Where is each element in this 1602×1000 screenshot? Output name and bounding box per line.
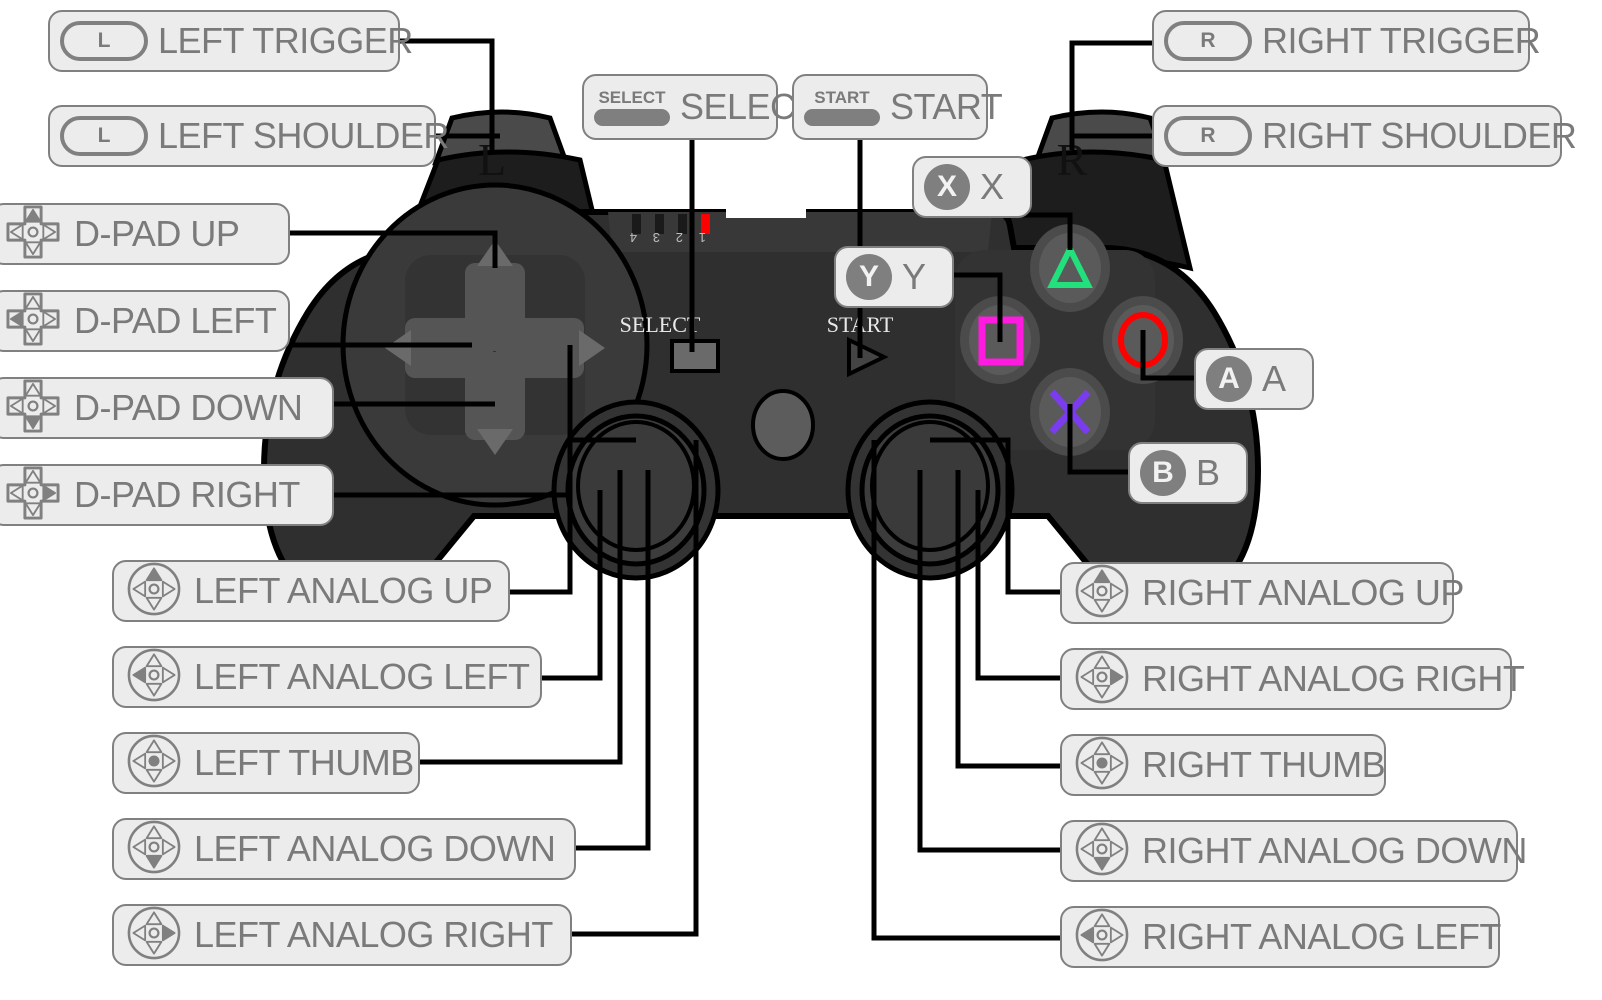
callout-button-b[interactable]: B B: [1128, 442, 1248, 504]
callout-dpad-left[interactable]: D-PAD LEFT: [0, 290, 290, 352]
shoulder-pill-icon: L: [60, 21, 148, 61]
callout-left-trigger[interactable]: L LEFT TRIGGER: [48, 10, 413, 72]
analog-down-icon: [124, 819, 184, 880]
b-badge-icon: B: [1140, 450, 1186, 496]
callout-left-analog-down[interactable]: LEFT ANALOG DOWN: [112, 818, 576, 880]
callout-button-y[interactable]: Y Y: [834, 246, 954, 308]
dpad-up-icon: [2, 204, 64, 265]
callout-right-analog-down[interactable]: RIGHT ANALOG DOWN: [1060, 820, 1527, 882]
callout-left-thumb[interactable]: LEFT THUMB: [112, 732, 420, 794]
callout-label: LEFT ANALOG LEFT: [194, 656, 530, 697]
dpad-right-icon: [2, 465, 64, 526]
callout-dpad-up[interactable]: D-PAD UP: [0, 203, 290, 265]
callout-left-shoulder[interactable]: L LEFT SHOULDER: [48, 105, 449, 167]
diagram-canvas: 4 3 2 1 SELECT START L R L LEFT TRIGGER …: [0, 0, 1602, 1000]
callout-label: X: [980, 166, 1004, 207]
analog-center-icon: [124, 733, 184, 794]
callout-label: A: [1262, 358, 1286, 399]
callout-label: RIGHT TRIGGER: [1262, 20, 1541, 61]
shoulder-pill-icon: L: [60, 116, 148, 156]
callout-right-analog-up[interactable]: RIGHT ANALOG UP: [1060, 562, 1464, 624]
callout-label: LEFT SHOULDER: [158, 115, 449, 156]
dpad-down-icon: [2, 378, 64, 439]
callout-label: LEFT ANALOG RIGHT: [194, 914, 553, 955]
shoulder-pill-icon: R: [1164, 21, 1252, 61]
start-pill: [804, 108, 880, 126]
callout-start[interactable]: START START: [792, 74, 1003, 140]
callout-label: RIGHT SHOULDER: [1262, 115, 1577, 156]
a-badge-icon: A: [1206, 356, 1252, 402]
callout-right-thumb[interactable]: RIGHT THUMB: [1060, 734, 1386, 796]
callout-label: RIGHT THUMB: [1142, 744, 1386, 785]
callout-right-shoulder[interactable]: R RIGHT SHOULDER: [1152, 105, 1577, 167]
analog-down-icon: [1072, 821, 1132, 882]
analog-up-icon: [124, 561, 184, 622]
callout-label: B: [1196, 452, 1220, 493]
callout-label: LEFT ANALOG DOWN: [194, 828, 556, 869]
callout-label: RIGHT ANALOG UP: [1142, 572, 1464, 613]
callout-label: D-PAD UP: [74, 213, 240, 254]
x-badge-icon: X: [924, 164, 970, 210]
callout-button-a[interactable]: A A: [1194, 348, 1314, 410]
callout-label: RIGHT ANALOG RIGHT: [1142, 658, 1525, 699]
y-badge-icon: Y: [846, 254, 892, 300]
callout-button-x[interactable]: X X: [912, 156, 1032, 218]
callout-label: LEFT ANALOG UP: [194, 570, 493, 611]
select-bar-icon: SELECT: [594, 89, 670, 126]
callout-label: LEFT TRIGGER: [158, 20, 413, 61]
callout-right-analog-right[interactable]: RIGHT ANALOG RIGHT: [1060, 648, 1525, 710]
callout-label: RIGHT ANALOG LEFT: [1142, 916, 1501, 957]
start-bar-icon: START: [804, 89, 880, 126]
dpad-left-icon: [2, 291, 64, 352]
callout-label: D-PAD LEFT: [74, 300, 277, 341]
callout-right-analog-left[interactable]: RIGHT ANALOG LEFT: [1060, 906, 1501, 968]
analog-right-icon: [124, 905, 184, 966]
callout-label: Y: [902, 256, 926, 297]
callout-label: START: [890, 86, 1003, 127]
analog-right-icon: [1072, 649, 1132, 710]
analog-left-icon: [1072, 907, 1132, 968]
analog-center-icon: [1072, 735, 1132, 796]
callout-left-analog-right[interactable]: LEFT ANALOG RIGHT: [112, 904, 572, 966]
callout-dpad-down[interactable]: D-PAD DOWN: [0, 377, 334, 439]
callout-left-analog-up[interactable]: LEFT ANALOG UP: [112, 560, 510, 622]
callout-label: D-PAD RIGHT: [74, 474, 300, 515]
analog-left-icon: [124, 647, 184, 708]
callout-left-analog-left[interactable]: LEFT ANALOG LEFT: [112, 646, 542, 708]
callout-label: RIGHT ANALOG DOWN: [1142, 830, 1527, 871]
callout-right-trigger[interactable]: R RIGHT TRIGGER: [1152, 10, 1541, 72]
callout-label: LEFT THUMB: [194, 742, 414, 783]
callout-dpad-right[interactable]: D-PAD RIGHT: [0, 464, 334, 526]
shoulder-pill-icon: R: [1164, 116, 1252, 156]
analog-up-icon: [1072, 563, 1132, 624]
callout-select[interactable]: SELECT SELECT: [582, 74, 818, 140]
select-pill: [594, 108, 670, 126]
callout-label: D-PAD DOWN: [74, 387, 303, 428]
